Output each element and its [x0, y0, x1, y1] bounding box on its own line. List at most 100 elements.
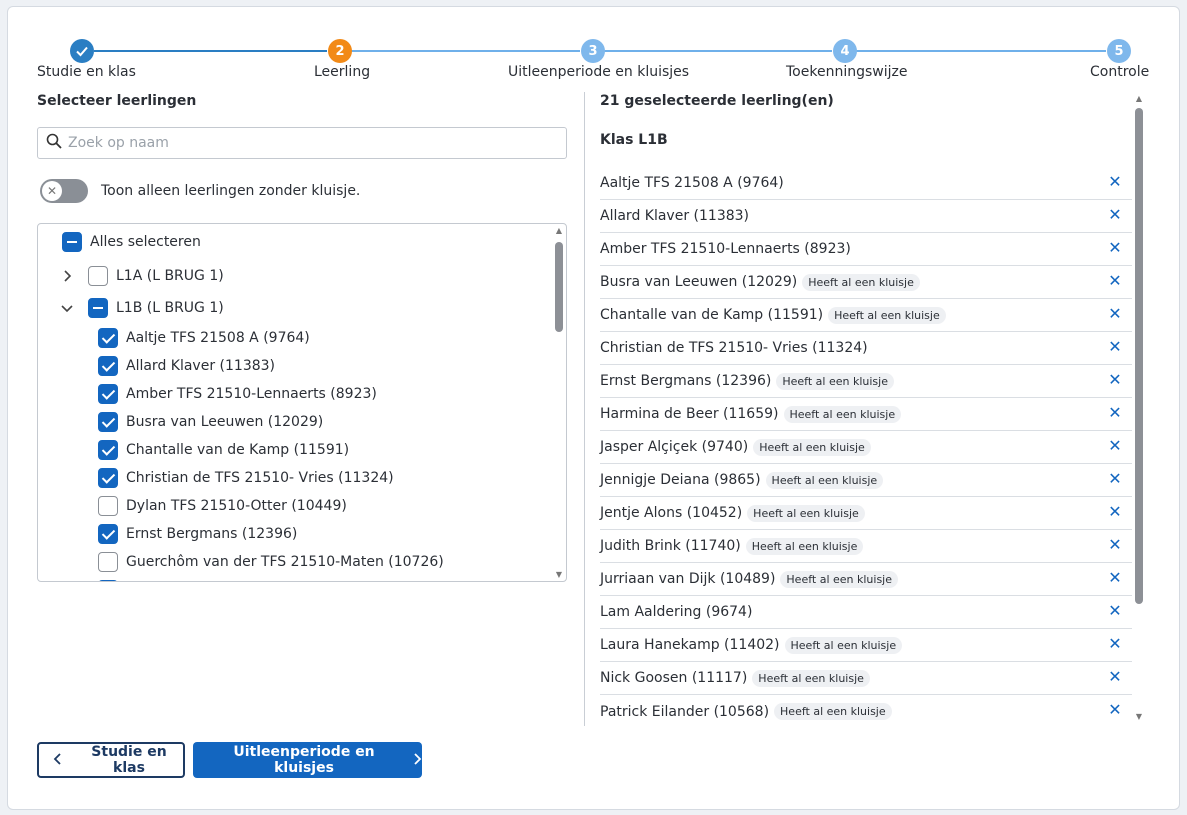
- selected-student-row: Chantalle van de Kamp (11591) Heeft al e…: [600, 299, 1132, 332]
- has-locker-badge: Heeft al een kluisje: [774, 703, 892, 720]
- has-locker-badge: Heeft al een kluisje: [802, 273, 920, 291]
- student-label: Dylan TFS 21510-Otter (10449): [126, 498, 347, 514]
- scroll-down-icon[interactable]: ▼: [1134, 712, 1144, 722]
- student-checkbox[interactable]: [98, 412, 118, 432]
- has-locker-badge: Heeft al een kluisje: [752, 669, 870, 687]
- chevron-down-icon[interactable]: [58, 303, 76, 313]
- close-icon[interactable]: ✕: [1108, 240, 1122, 256]
- back-button[interactable]: Studie en klas: [37, 742, 185, 778]
- close-icon[interactable]: ✕: [1108, 504, 1122, 520]
- select-students-title: Selecteer leerlingen: [37, 93, 197, 109]
- selected-student-row: Jentje Alons (10452) Heeft al een kluisj…: [600, 497, 1132, 530]
- no-locker-filter: ✕ Toon alleen leerlingen zonder kluisje.: [40, 179, 360, 203]
- step-2-label: Leerling: [314, 64, 371, 80]
- selected-count-title: 21 geselecteerde leerling(en): [600, 93, 834, 109]
- scroll-down-icon[interactable]: ▼: [554, 570, 564, 580]
- selected-student-row: Patrick Eilander (10568) Heeft al een kl…: [600, 695, 1132, 728]
- chevron-right-icon: [412, 751, 422, 770]
- selected-student-name: Lam Aaldering (9674): [600, 604, 753, 620]
- close-icon[interactable]: ✕: [1108, 174, 1122, 190]
- close-icon[interactable]: ✕: [1108, 306, 1122, 322]
- student-row[interactable]: Aaltje TFS 21508 A (9764): [98, 326, 310, 350]
- step-5-label: Controle: [1090, 64, 1150, 80]
- close-icon[interactable]: ✕: [1108, 603, 1122, 619]
- select-all-row[interactable]: Alles selecteren: [62, 230, 201, 254]
- student-checkbox[interactable]: [98, 468, 118, 488]
- close-icon[interactable]: ✕: [1108, 702, 1122, 718]
- toggle-off-icon: ✕: [42, 181, 62, 201]
- next-button-label: Uitleenperiode en kluisjes: [233, 744, 375, 776]
- student-label: Allard Klaver (11383): [126, 358, 275, 374]
- scroll-up-icon[interactable]: ▲: [554, 226, 564, 236]
- student-row[interactable]: Amber TFS 21510-Lennaerts (8923): [98, 382, 377, 406]
- step-1-label[interactable]: Studie en klas: [37, 64, 136, 80]
- student-checkbox[interactable]: [98, 384, 118, 404]
- search-input[interactable]: [68, 135, 548, 151]
- student-row[interactable]: Chantalle van de Kamp (11591): [98, 438, 349, 462]
- student-label: Guerchôm van der TFS 21510-Maten (10726): [126, 554, 444, 570]
- selected-student-name: Laura Hanekamp (11402): [600, 637, 780, 653]
- close-icon[interactable]: ✕: [1108, 207, 1122, 223]
- selected-student-row: Amber TFS 21510-Lennaerts (8923) ✕: [600, 233, 1132, 266]
- step-3-number: 3: [581, 39, 605, 63]
- close-icon[interactable]: ✕: [1108, 273, 1122, 289]
- student-row[interactable]: Allard Klaver (11383): [98, 354, 275, 378]
- student-checkbox[interactable]: [98, 524, 118, 544]
- student-row[interactable]: Busra van Leeuwen (12029): [98, 410, 323, 434]
- student-checkbox[interactable]: [98, 356, 118, 376]
- has-locker-badge: Heeft al een kluisje: [745, 537, 864, 555]
- student-checkbox[interactable]: [98, 328, 118, 348]
- student-checkbox[interactable]: [98, 580, 118, 581]
- group-l1a-checkbox[interactable]: [88, 266, 108, 286]
- close-icon[interactable]: ✕: [1108, 471, 1122, 487]
- selected-student-row: Jurriaan van Dijk (10489) Heeft al een k…: [600, 563, 1132, 596]
- group-l1b-checkbox[interactable]: [88, 298, 108, 318]
- student-row[interactable]: [98, 578, 126, 581]
- step-1-check-icon: [70, 39, 94, 63]
- no-locker-toggle[interactable]: ✕: [40, 179, 88, 203]
- step-connector: [604, 50, 832, 52]
- scroll-up-icon[interactable]: ▲: [1134, 94, 1144, 104]
- step-3-label: Uitleenperiode en kluisjes: [508, 64, 690, 80]
- search-icon: [46, 133, 62, 153]
- student-row[interactable]: Guerchôm van der TFS 21510-Maten (10726): [98, 550, 444, 574]
- student-checkbox[interactable]: [98, 496, 118, 516]
- search-field[interactable]: [37, 127, 567, 159]
- selected-student-name: Busra van Leeuwen (12029): [600, 274, 798, 290]
- close-icon[interactable]: ✕: [1108, 372, 1122, 388]
- selected-student-row: Judith Brink (11740) Heeft al een kluisj…: [600, 530, 1132, 563]
- select-all-checkbox[interactable]: [62, 232, 82, 252]
- student-checkbox[interactable]: [98, 552, 118, 572]
- selected-student-row: Jennigje Deiana (9865) Heeft al een klui…: [600, 464, 1132, 497]
- scroll-thumb[interactable]: [555, 242, 563, 332]
- step-4-number: 4: [833, 39, 857, 63]
- tree-scrollbar[interactable]: ▲ ▼: [554, 226, 564, 580]
- student-row[interactable]: Christian de TFS 21510- Vries (11324): [98, 466, 394, 490]
- student-label: Christian de TFS 21510- Vries (11324): [126, 470, 394, 486]
- has-locker-badge: Heeft al een kluisje: [747, 504, 865, 522]
- selected-student-name: Harmina de Beer (11659): [600, 406, 779, 422]
- close-icon[interactable]: ✕: [1108, 537, 1122, 553]
- chevron-right-icon[interactable]: [58, 270, 76, 282]
- selected-student-name: Aaltje TFS 21508 A (9764): [600, 175, 784, 191]
- tree-group-row[interactable]: L1B (L BRUG 1): [58, 296, 224, 320]
- selected-student-name: Jennigje Deiana (9865): [600, 472, 761, 488]
- student-checkbox[interactable]: [98, 440, 118, 460]
- scroll-thumb[interactable]: [1135, 108, 1143, 604]
- close-icon[interactable]: ✕: [1108, 669, 1122, 685]
- student-label: Ernst Bergmans (12396): [126, 526, 298, 542]
- student-row[interactable]: Ernst Bergmans (12396): [98, 522, 297, 546]
- has-locker-badge: Heeft al een kluisje: [828, 306, 946, 324]
- close-icon[interactable]: ✕: [1108, 570, 1122, 586]
- close-icon[interactable]: ✕: [1108, 636, 1122, 652]
- tree-group-row[interactable]: L1A (L BRUG 1): [58, 264, 224, 288]
- student-label: Busra van Leeuwen (12029): [126, 414, 324, 430]
- next-button[interactable]: Uitleenperiode en kluisjes: [193, 742, 422, 778]
- step-2-number: 2: [328, 39, 352, 63]
- close-icon[interactable]: ✕: [1108, 339, 1122, 355]
- close-icon[interactable]: ✕: [1108, 405, 1122, 421]
- student-row[interactable]: Dylan TFS 21510-Otter (10449): [98, 494, 347, 518]
- back-button-label: Studie en klas: [91, 744, 167, 776]
- selected-list-scrollbar[interactable]: ▲ ▼: [1134, 94, 1144, 724]
- close-icon[interactable]: ✕: [1108, 438, 1122, 454]
